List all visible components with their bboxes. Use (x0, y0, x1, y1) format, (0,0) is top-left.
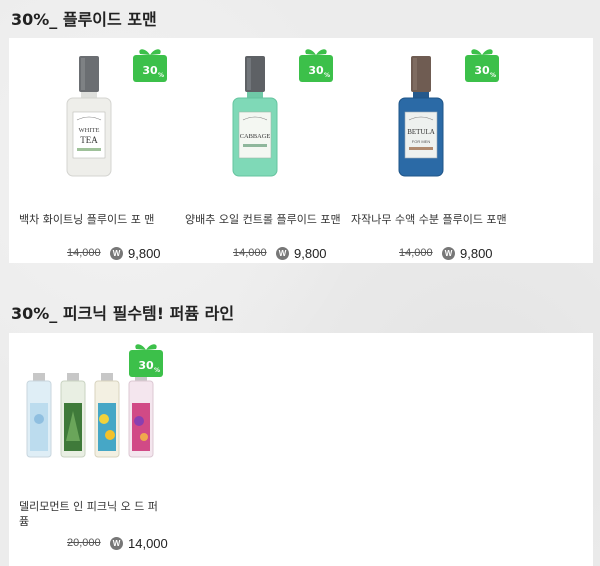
won-currency-icon: W (110, 246, 123, 260)
product-panel-fluid: WHITE TEA 30 % 백차 화이트닝 플루이드 포 맨 14,000 W… (9, 38, 593, 263)
white-tea-label-line2: TEA (80, 135, 98, 145)
svg-text:30: 30 (308, 64, 324, 77)
product-card-cabbage[interactable]: CABBAGE 30 % 양배추 오일 컨트롤 플루이드 포맨 14,000 W… (185, 46, 345, 261)
sale-price: 9,800 (128, 245, 161, 261)
svg-text:%: % (490, 72, 496, 79)
sale-price: 14,000 (128, 535, 168, 551)
svg-text:30: 30 (138, 359, 154, 372)
white-tea-label-line1: WHITE (79, 127, 100, 134)
discount-badge-icon: 30 % (133, 49, 167, 82)
won-currency-icon: W (276, 246, 289, 260)
price-row: 20,000 W 14,000 (19, 535, 168, 551)
product-panel-perfume: 30 % 델리모먼트 인 피크닉 오 드 퍼퓸 20,000 W 14,000 (9, 333, 593, 566)
product-name[interactable]: 백차 화이트닝 플루이드 포 맨 (19, 212, 179, 227)
betula-label-line2: FOR MEN (412, 139, 431, 144)
cabbage-label: CABBAGE (240, 133, 271, 140)
price-row: 14,000 W 9,800 (351, 245, 493, 261)
sale-price: 9,800 (294, 245, 327, 261)
original-price: 14,000 (399, 247, 433, 259)
price-row: 14,000 W 9,800 (19, 245, 161, 261)
original-price: 20,000 (67, 537, 101, 549)
product-card-delimoment-picnic[interactable]: 30 % 델리모먼트 인 피크닉 오 드 퍼퓸 20,000 W 14,000 (19, 341, 179, 561)
discount-badge-icon: 30 % (129, 344, 163, 377)
sale-price: 9,800 (460, 245, 493, 261)
product-name[interactable]: 자작나무 수액 수분 플루이드 포맨 (351, 212, 511, 227)
discount-badge-icon: 30 % (465, 49, 499, 82)
svg-text:30: 30 (142, 64, 158, 77)
betula-label-line1: BETULA (407, 128, 435, 136)
section-title-fluid-for-men: 30%_ 플루이드 포맨 (11, 10, 157, 29)
svg-text:%: % (324, 72, 330, 79)
price-row: 14,000 W 9,800 (185, 245, 327, 261)
svg-text:%: % (154, 367, 160, 374)
original-price: 14,000 (67, 247, 101, 259)
won-currency-icon: W (110, 536, 123, 550)
svg-text:30: 30 (474, 64, 490, 77)
product-card-white-tea[interactable]: WHITE TEA 30 % 백차 화이트닝 플루이드 포 맨 14,000 W… (19, 46, 179, 261)
product-card-betula[interactable]: BETULA FOR MEN 30 % 자작나무 수액 수분 플루이드 포맨 1… (351, 46, 511, 261)
won-currency-icon: W (442, 246, 455, 260)
product-name[interactable]: 델리모먼트 인 피크닉 오 드 퍼퓸 (19, 499, 167, 529)
product-name[interactable]: 양배추 오일 컨트롤 플루이드 포맨 (185, 212, 345, 227)
svg-text:%: % (158, 72, 164, 79)
discount-badge-icon: 30 % (299, 49, 333, 82)
section-title-picnic-perfume: 30%_ 피크닉 필수템! 퍼퓸 라인 (11, 304, 235, 323)
original-price: 14,000 (233, 247, 267, 259)
